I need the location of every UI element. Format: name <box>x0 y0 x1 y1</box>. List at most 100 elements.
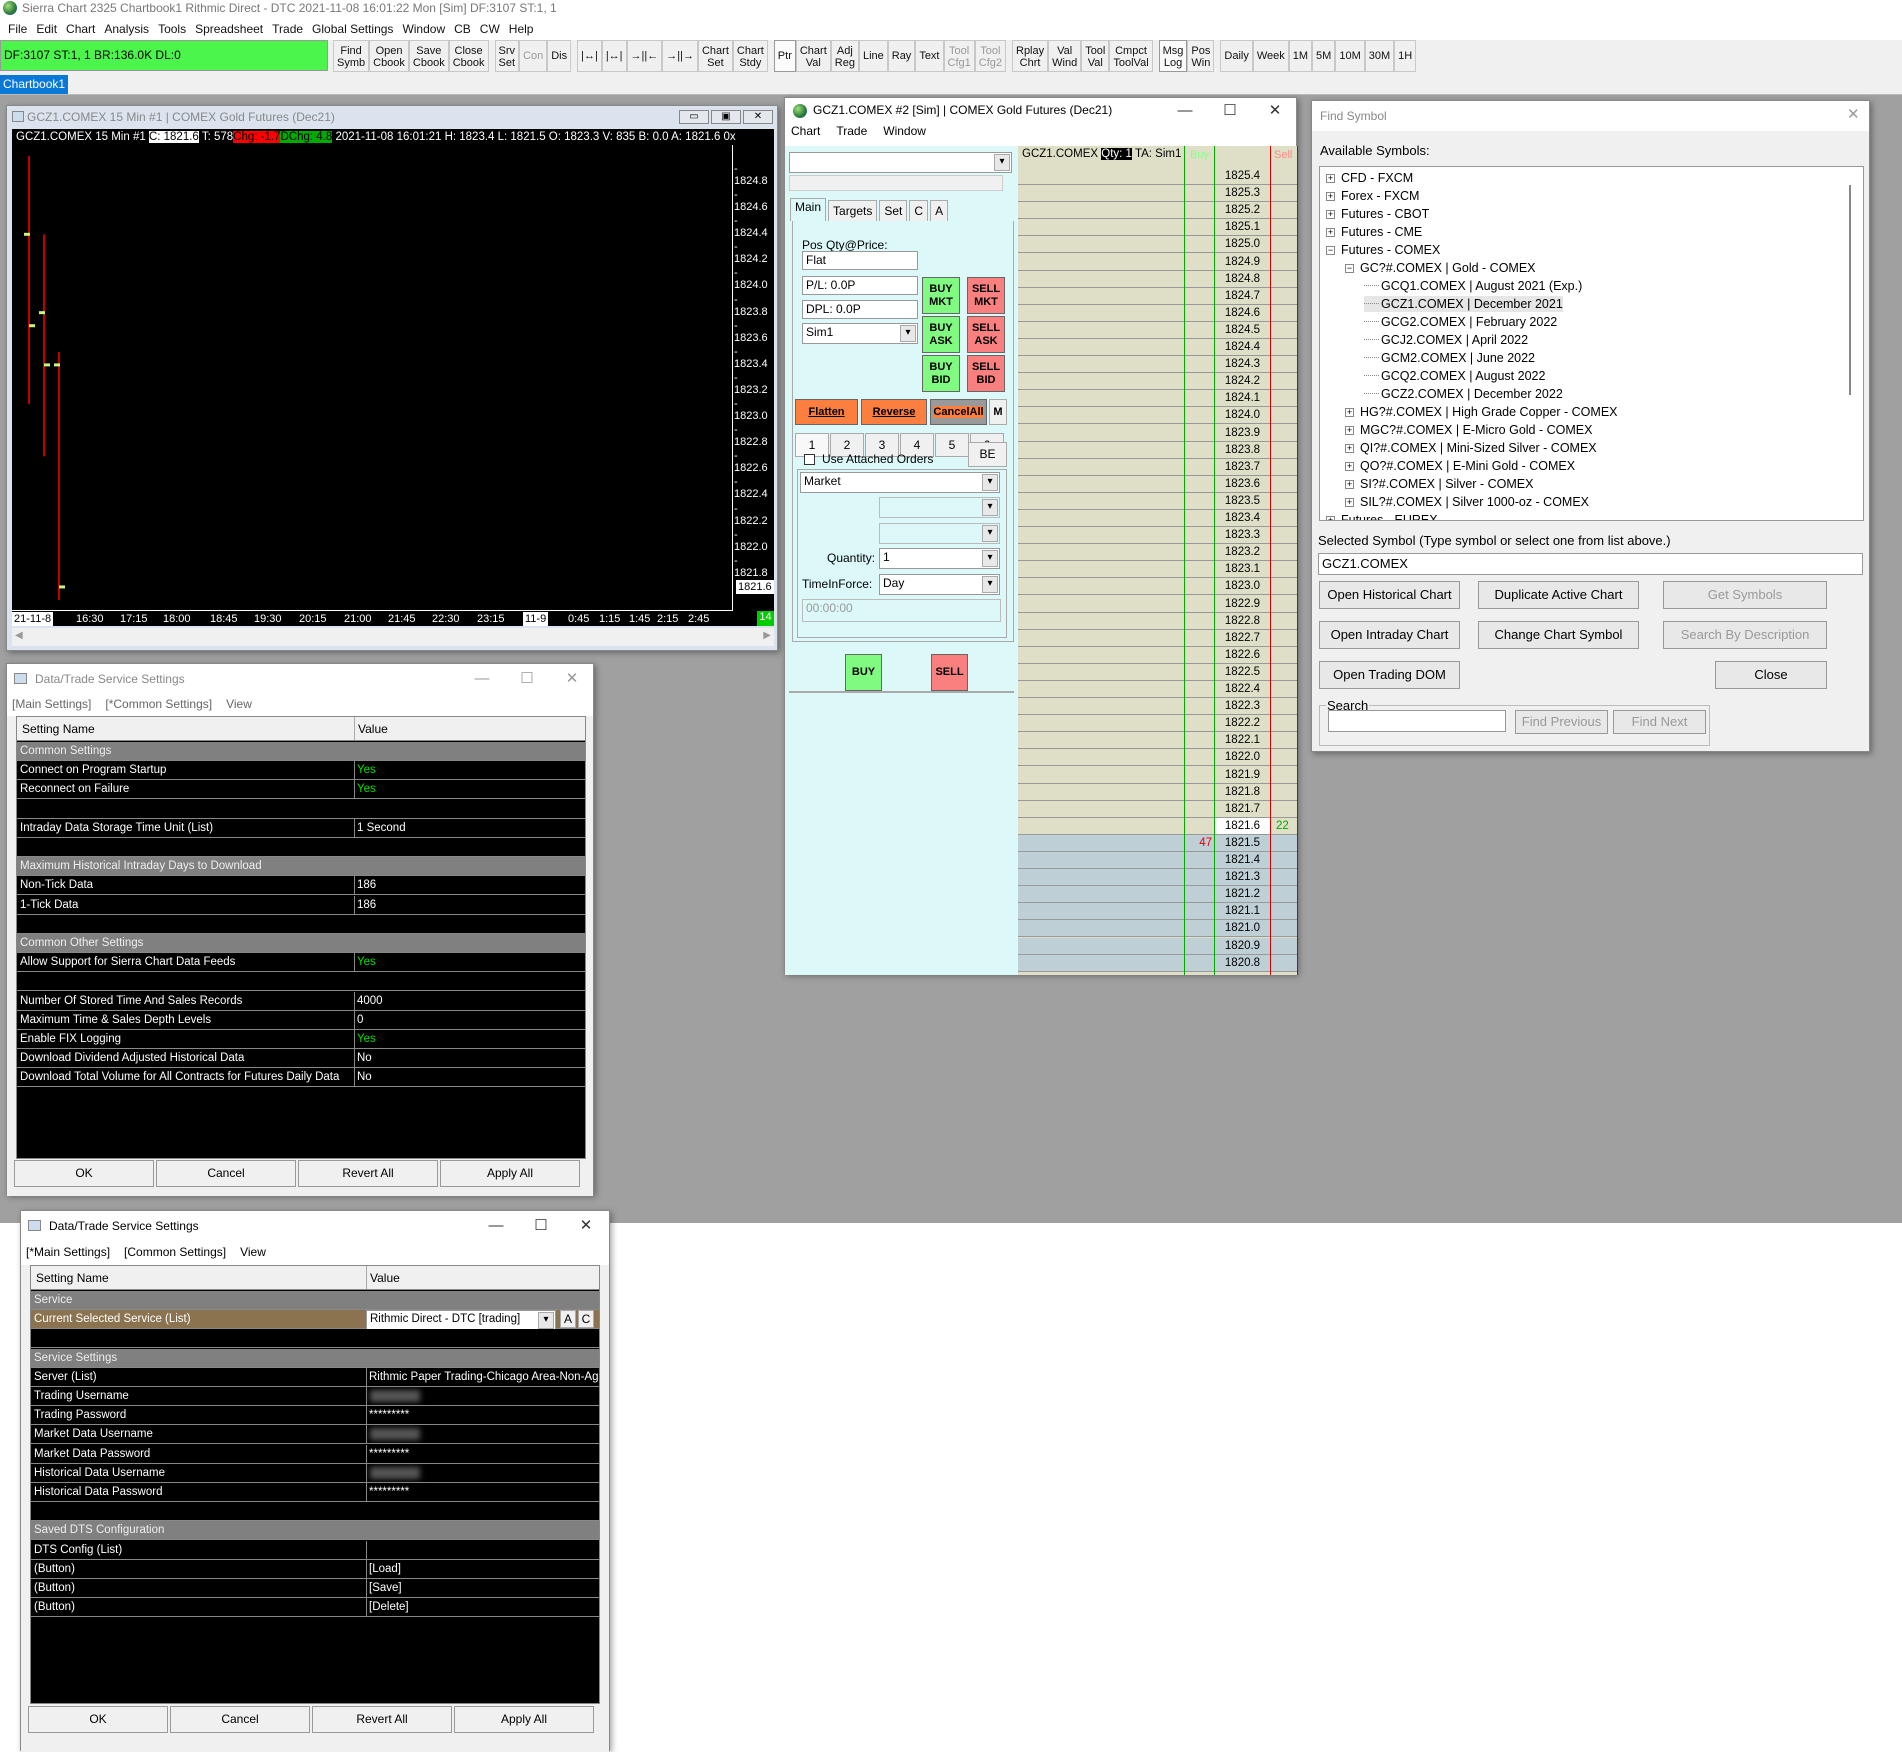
ladder-row[interactable]: 1823.6 <box>1018 475 1298 493</box>
line-button[interactable]: Line <box>858 40 888 72</box>
expand-icon[interactable]: + <box>1345 462 1354 471</box>
setting-row[interactable]: Historical Data Username <box>31 1463 599 1483</box>
setting-value[interactable]: Yes <box>354 1030 585 1048</box>
menu-view[interactable]: View <box>226 697 252 711</box>
sell-ask-button[interactable]: SELL ASK <box>967 316 1005 353</box>
tab-c[interactable]: C <box>909 200 929 221</box>
ladder-row[interactable]: 1823.9 <box>1018 424 1298 442</box>
zoom-in-icon[interactable]: |↔| <box>601 40 627 72</box>
setting-row[interactable]: Server (List) Rithmic Paper Trading-Chica… <box>31 1367 599 1387</box>
reverse-button[interactable]: Reverse <box>861 399 927 425</box>
restore-button[interactable]: ▣ <box>711 110 741 124</box>
setting-row[interactable]: Intraday Data Storage Time Unit (List) 1 … <box>17 818 585 838</box>
ladder-row[interactable]: 1824.9 <box>1018 253 1298 271</box>
chart-set-button[interactable]: Chart Set <box>697 40 733 72</box>
setting-value[interactable]: Yes <box>354 780 585 799</box>
open-trading-dom-button[interactable]: Open Trading DOM <box>1319 661 1460 689</box>
expand-icon[interactable]: + <box>1326 516 1335 520</box>
10m-button[interactable]: 10M <box>1335 40 1365 72</box>
ok-button[interactable]: OK <box>28 1706 168 1733</box>
setting-row[interactable]: 1-Tick Data 186 <box>17 895 585 915</box>
menu-spreadsheet[interactable]: Spreadsheet <box>193 20 270 40</box>
find-next-button[interactable]: Find Next <box>1613 710 1706 734</box>
cancel-all-button[interactable]: CancelAll <box>930 399 987 425</box>
menu-common-settings[interactable]: [*Common Settings] <box>105 697 212 711</box>
setting-value[interactable]: No <box>354 1049 585 1068</box>
expand-icon[interactable]: + <box>1326 192 1335 201</box>
tree-item[interactable]: + HG?#.COMEX | High Grade Copper - COMEX <box>1345 404 1618 420</box>
setting-row[interactable]: DTS Config (List) <box>31 1540 599 1560</box>
menu-trade[interactable]: Trade <box>836 124 867 138</box>
setting-row[interactable]: Maximum Time & Sales Depth Levels 0 <box>17 1010 585 1030</box>
ladder-row[interactable]: 1824.3 <box>1018 356 1298 374</box>
tree-item[interactable]: − Futures - COMEX <box>1326 242 1440 258</box>
service-select[interactable]: Rithmic Direct - DTC [trading] <box>366 1310 556 1332</box>
tree-item[interactable]: GCQ2.COMEX | August 2022 <box>1364 368 1545 384</box>
scroll-right-icon[interactable]: ▶ <box>763 630 771 641</box>
sell-button[interactable]: SELL <box>931 654 968 691</box>
tree-item[interactable]: + MGC?#.COMEX | E-Micro Gold - COMEX <box>1345 422 1592 438</box>
tree-item[interactable]: + QI?#.COMEX | Mini-Sized Silver - COMEX <box>1345 440 1597 456</box>
rplay-chrt-button[interactable]: Rplay Chrt <box>1012 40 1049 72</box>
breakeven-button[interactable]: BE <box>968 442 1007 467</box>
ladder-row[interactable]: 1821.1 <box>1018 903 1298 921</box>
setting-value[interactable]: 1 Second <box>354 818 585 837</box>
setting-value[interactable]: Yes <box>354 953 585 972</box>
ladder-row[interactable]: 1825.1 <box>1018 219 1298 237</box>
ladder-row[interactable]: 1824.4 <box>1018 339 1298 357</box>
ladder-row[interactable]: 1824.0 <box>1018 407 1298 425</box>
menu-chart[interactable]: Chart <box>791 124 820 138</box>
setting-row[interactable]: (Button) [Save] <box>31 1579 599 1598</box>
menu-window[interactable]: Window <box>400 20 452 40</box>
ladder-row[interactable]: 1821.2 <box>1018 886 1298 904</box>
ladder-row[interactable]: 1824.2 <box>1018 373 1298 391</box>
tree-item[interactable]: + SI?#.COMEX | Silver - COMEX <box>1345 476 1533 492</box>
tool-val-button[interactable]: Tool Val <box>1081 40 1110 72</box>
ladder-row[interactable]: 1823.1 <box>1018 561 1298 579</box>
tool-cfg1-button[interactable]: Tool Cfg1 <box>943 40 975 72</box>
setting-row[interactable]: Market Data Username <box>31 1425 599 1445</box>
maximize-button[interactable]: ☐ <box>526 1213 556 1239</box>
ladder-row[interactable]: 1821.9 <box>1018 766 1298 784</box>
msg-log-button[interactable]: Msg Log <box>1158 40 1188 72</box>
tree-item[interactable]: + CFD - FXCM <box>1326 170 1413 186</box>
expand-icon[interactable]: + <box>1326 174 1335 183</box>
maximize-button[interactable]: ☐ <box>1215 98 1245 124</box>
ladder-row[interactable]: 1825.3 <box>1018 185 1298 203</box>
ladder-row[interactable]: 1821.6 22 <box>1018 817 1298 835</box>
ladder-row[interactable]: 1821.5 47 <box>1018 834 1298 852</box>
tree-item[interactable]: + SIL?#.COMEX | Silver 1000-oz - COMEX <box>1345 494 1589 510</box>
ladder-row[interactable]: 1821.7 <box>1018 800 1298 818</box>
open-cbook-button[interactable]: Open Cbook <box>369 40 409 72</box>
ladder-row[interactable]: 1822.4 <box>1018 681 1298 699</box>
tree-item[interactable]: GCZ2.COMEX | December 2022 <box>1364 386 1563 402</box>
setting-value[interactable] <box>366 1387 599 1405</box>
search-by-description-button[interactable]: Search By Description <box>1663 621 1827 649</box>
setting-value[interactable]: ********* <box>366 1483 599 1501</box>
ptr-button[interactable]: Ptr <box>773 40 796 72</box>
setting-value[interactable]: [Load] <box>366 1559 599 1578</box>
minimize-button[interactable]: — <box>481 1213 511 1239</box>
menu-cb[interactable]: CB <box>452 20 478 40</box>
price1-select[interactable] <box>879 497 1000 518</box>
5m-button[interactable]: 5M <box>1312 40 1336 72</box>
ladder-row[interactable]: 1823.7 <box>1018 458 1298 476</box>
menu-tools[interactable]: Tools <box>156 20 193 40</box>
minimize-button[interactable]: — <box>467 666 497 692</box>
cancel-button[interactable]: Cancel <box>170 1706 310 1733</box>
chart-stdy-button[interactable]: Chart Stdy <box>732 40 768 72</box>
maximize-button[interactable]: ☐ <box>512 666 542 692</box>
time-in-force-select[interactable]: Day <box>879 574 1000 595</box>
text-button[interactable]: Text <box>915 40 944 72</box>
ladder-row[interactable]: 1821.4 <box>1018 852 1298 870</box>
service-c-button[interactable]: C <box>578 1310 594 1329</box>
setting-value[interactable]: 186 <box>354 895 585 914</box>
apply-all-button[interactable]: Apply All <box>440 1160 580 1187</box>
close-icon[interactable]: ✕ <box>1847 105 1860 123</box>
setting-value[interactable]: No <box>354 1068 585 1087</box>
ladder-row[interactable]: 1822.6 <box>1018 646 1298 664</box>
squeeze-icon[interactable]: →||← <box>626 40 663 72</box>
close-button[interactable]: ✕ <box>571 1213 601 1239</box>
ladder-row[interactable]: 1823.4 <box>1018 510 1298 528</box>
ladder-row[interactable]: 1822.3 <box>1018 698 1298 716</box>
